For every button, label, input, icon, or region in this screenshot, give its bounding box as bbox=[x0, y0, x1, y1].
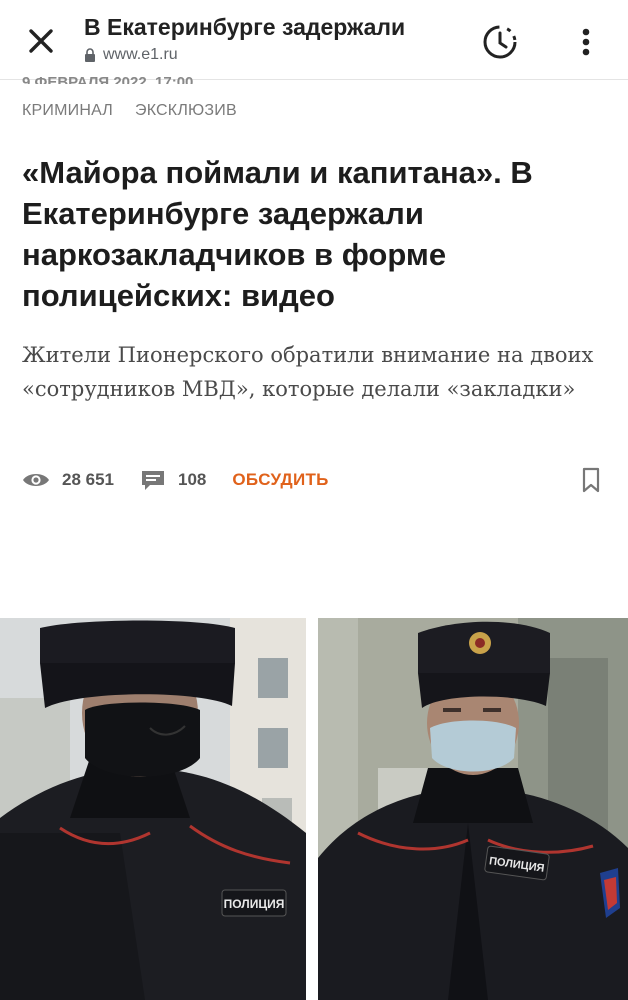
comment-icon bbox=[142, 471, 164, 490]
article-tags: КРИМИНАЛ ЭКСКЛЮЗИВ bbox=[22, 102, 259, 120]
views-count: 28 651 bbox=[62, 470, 114, 489]
article-date: 9 ФЕВРАЛЯ 2022, 17:00 bbox=[22, 74, 194, 84]
photo-officer-right[interactable]: ПОЛИЦИЯ bbox=[318, 618, 628, 1000]
timer-button[interactable] bbox=[478, 20, 522, 64]
bookmark-button[interactable] bbox=[580, 466, 602, 494]
timer-icon bbox=[483, 25, 517, 59]
comments-count: 108 bbox=[178, 470, 207, 489]
close-button[interactable] bbox=[22, 22, 60, 60]
discuss-link[interactable]: ОБСУДИТЬ bbox=[232, 470, 328, 490]
views-counter: 28 651 bbox=[22, 470, 114, 490]
article-stats: 28 651 108 ОБСУДИТЬ bbox=[22, 462, 606, 498]
left-badge-text: ПОЛИЦИЯ bbox=[224, 897, 285, 911]
article-photos: ПОЛИЦИЯ ПОЛИЦИЯ bbox=[0, 618, 628, 1000]
comments-counter[interactable]: 108 bbox=[140, 469, 206, 491]
tag-crime[interactable]: КРИМИНАЛ bbox=[22, 102, 113, 120]
url-text: www.e1.ru bbox=[103, 46, 178, 63]
page-title: В Екатеринбурге задержали bbox=[84, 14, 406, 40]
tag-exclusive[interactable]: ЭКСКЛЮЗИВ bbox=[135, 102, 237, 120]
photo-officer-left[interactable]: ПОЛИЦИЯ bbox=[0, 618, 306, 1000]
bookmark-icon bbox=[582, 467, 600, 493]
article-headline: «Майора поймали и капитана». В Екатеринб… bbox=[22, 155, 533, 313]
title-block: В Екатеринбурге задержали www.e1.ru bbox=[84, 14, 464, 64]
more-menu-button[interactable] bbox=[568, 20, 604, 64]
eye-icon bbox=[23, 474, 49, 486]
lock-icon bbox=[85, 48, 95, 62]
article-lead: Жители Пионерского обратили внимание на … bbox=[22, 343, 594, 401]
browser-toolbar: В Екатеринбурге задержали www.e1.ru bbox=[0, 0, 628, 80]
more-vert-icon bbox=[582, 28, 590, 56]
url-row[interactable]: www.e1.ru bbox=[84, 46, 464, 64]
close-icon bbox=[29, 29, 53, 53]
photo-left-illustration: ПОЛИЦИЯ bbox=[0, 618, 306, 1000]
photo-right-illustration: ПОЛИЦИЯ bbox=[318, 618, 628, 1000]
